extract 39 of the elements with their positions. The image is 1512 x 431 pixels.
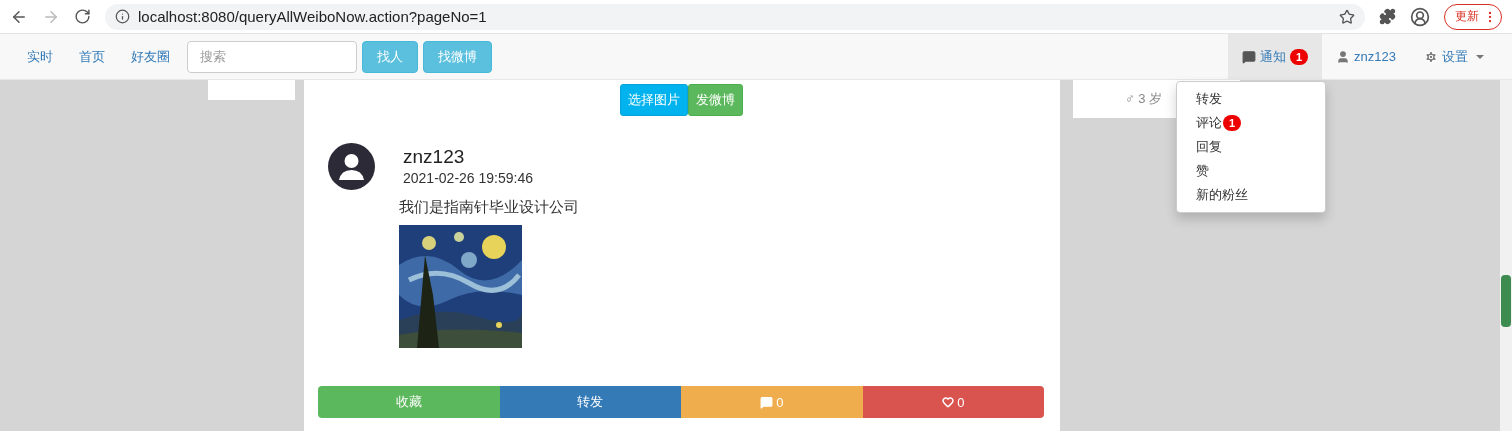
update-button[interactable]: 更新	[1444, 3, 1502, 30]
post-time: 2021-02-26 19:59:46	[403, 170, 533, 186]
image-button[interactable]: 选择图片	[619, 84, 688, 116]
info-icon	[115, 9, 130, 24]
nav-link[interactable]: 实时	[14, 47, 66, 66]
count-badge: 1	[1289, 48, 1309, 65]
post-text: 我们是指南针毕业设计公司	[399, 198, 580, 217]
notifications-menu[interactable]: 通知 1	[1227, 34, 1323, 79]
settings-icon	[1424, 49, 1438, 64]
menu-item[interactable]: 评论 1	[1177, 111, 1325, 135]
favorite-button[interactable]: 收藏	[318, 386, 500, 418]
account-icon[interactable]	[1410, 6, 1430, 27]
address-bar[interactable]: localhost:8080/queryAllWeiboNow.action?pageNo=1	[105, 3, 1365, 30]
scrollbar-thumb[interactable]	[1501, 274, 1511, 327]
menu-item[interactable]: 转发	[1177, 87, 1325, 111]
settings-menu[interactable]: 设置	[1410, 34, 1498, 79]
profile-info: ♂ 3 岁	[1125, 90, 1163, 108]
user-link[interactable]: znz123	[1322, 34, 1410, 79]
author-name: znz123	[403, 146, 466, 168]
like-button[interactable]: 0	[862, 386, 1044, 418]
caret-icon	[1476, 54, 1484, 59]
star-icon[interactable]	[1339, 8, 1355, 25]
menu-item[interactable]: 回复	[1177, 135, 1325, 159]
comment-icon	[760, 395, 774, 409]
avatar-icon	[328, 143, 375, 190]
nav-link[interactable]: 好友圈	[118, 47, 183, 66]
menu-item[interactable]: 赞	[1177, 159, 1325, 183]
user-icon	[1336, 49, 1351, 64]
search-field[interactable]: 搜索	[187, 40, 357, 73]
repost-button[interactable]: 转发	[499, 386, 681, 418]
heart-icon	[942, 396, 955, 408]
post-button[interactable]: 发微博	[687, 84, 743, 116]
reload-icon[interactable]	[74, 8, 91, 25]
url-text: localhost:8080/queryAllWeiboNow.action?pageNo=1	[138, 8, 487, 25]
comment-icon	[1241, 49, 1256, 64]
nav-link[interactable]: 首页	[66, 47, 118, 66]
count-badge: 1	[1223, 115, 1242, 131]
puzzle-icon[interactable]	[1379, 8, 1396, 25]
menu-item[interactable]: 新的粉丝	[1177, 183, 1325, 207]
